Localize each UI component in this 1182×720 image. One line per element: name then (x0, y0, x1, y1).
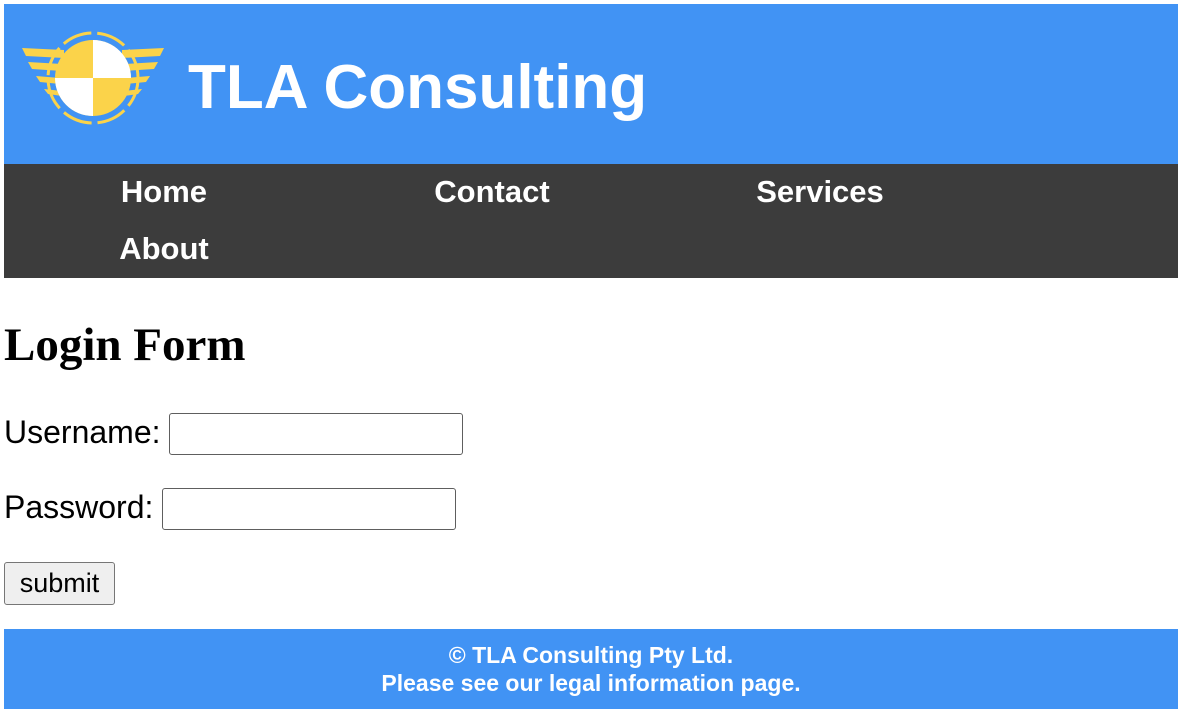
site-footer: © TLA Consulting Pty Ltd. Please see our… (4, 629, 1178, 709)
nav-item-services[interactable]: Services (710, 172, 930, 212)
login-form-title: Login Form (4, 319, 246, 371)
winged-roundel-logo-icon (22, 31, 164, 125)
site-header: TLA Consulting (4, 4, 1178, 164)
nav-item-about[interactable]: About (54, 229, 274, 269)
password-input[interactable] (162, 488, 456, 530)
page: TLA Consulting Home Contact Services Abo… (0, 0, 1182, 720)
username-label: Username: (4, 414, 161, 450)
username-input[interactable] (169, 413, 463, 455)
main-nav: Home Contact Services About (4, 164, 1178, 278)
nav-item-home[interactable]: Home (54, 172, 274, 212)
site-title: TLA Consulting (188, 53, 648, 122)
footer-legal-link[interactable]: Please see our legal information page. (4, 669, 1178, 697)
password-label: Password: (4, 489, 154, 525)
nav-item-contact[interactable]: Contact (382, 172, 602, 212)
submit-button[interactable]: submit (4, 562, 115, 605)
footer-copyright: © TLA Consulting Pty Ltd. (448, 642, 734, 668)
